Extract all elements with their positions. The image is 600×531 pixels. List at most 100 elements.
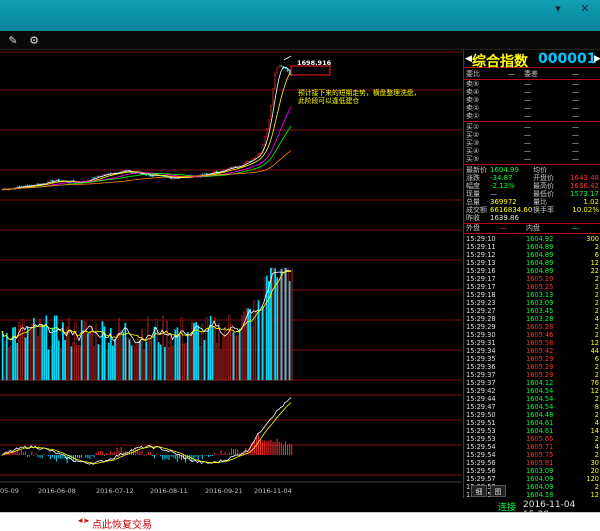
tick-time: 15:29:35 — [466, 355, 496, 363]
volume-bar — [218, 323, 220, 381]
candle-body — [265, 128, 268, 137]
candle-body — [93, 177, 96, 179]
bid-label: 买① — [466, 123, 480, 131]
volume-bar — [122, 331, 125, 381]
tick-volume: 4 — [594, 315, 599, 323]
tick-volume: 2 — [594, 299, 599, 307]
menu-button[interactable]: ▾ — [552, 3, 564, 15]
bid-row: 买② — — — [466, 131, 599, 139]
stat-label-2: 开盘价 — [533, 174, 554, 182]
close-button[interactable]: ✕ — [579, 3, 591, 15]
volume-bar — [199, 346, 202, 381]
tick-volume: 2 — [594, 307, 599, 315]
tick-row: 15:29:13 1604.89 12 — [466, 259, 599, 267]
tick-row: 15:29:11 1604.89 2 — [466, 243, 599, 251]
volume-bar — [24, 337, 27, 381]
ma-line-10 — [1, 71, 292, 190]
draw-tool-icon[interactable]: ✎ — [6, 34, 20, 47]
volume-bar — [39, 319, 41, 381]
ask-row: 卖② — — — [466, 104, 599, 112]
candle-body — [18, 185, 21, 188]
ask-volume: — — [572, 80, 579, 88]
prev-arrow-icon[interactable]: ◀ — [465, 54, 472, 64]
candle-body — [253, 157, 256, 160]
volume-bar — [164, 346, 166, 381]
restore-trade-link[interactable]: 点此恢复交易 — [92, 516, 152, 531]
tick-price: 1604.48 — [526, 411, 554, 419]
volume-bar — [43, 325, 46, 381]
volume-bar — [118, 318, 120, 381]
candle-body — [272, 88, 274, 106]
bid-price: — — [524, 139, 531, 147]
tick-row: 15:29:57 1604.09 120 — [466, 475, 599, 483]
ask-price: — — [524, 80, 531, 88]
tick-price: 1605.20 — [526, 275, 554, 283]
volume-bar — [55, 315, 58, 381]
tick-row: 15:29:54 1605.71 4 — [466, 443, 599, 451]
tick-price: 1604.89 — [526, 267, 554, 275]
volume-bar — [147, 316, 150, 381]
tick-volume: 2 — [594, 411, 599, 419]
candle-body — [274, 72, 276, 89]
tick-price: 1605.58 — [526, 339, 554, 347]
ask-price: — — [524, 104, 531, 112]
stat-label: 幅度 — [466, 182, 480, 190]
stat-value-2: 10.02% — [572, 206, 599, 214]
tick-time: 15:29:10 — [466, 235, 496, 243]
date-tick-label: 2016-11-04 — [254, 487, 292, 495]
volume-bar — [284, 267, 287, 381]
stat-value-2: 1643.48 — [570, 174, 599, 182]
volume-bar — [26, 326, 29, 381]
volume-bar — [166, 320, 168, 381]
volume-bar — [112, 345, 114, 381]
volume-bar — [282, 267, 285, 381]
date-tick-label: 05-09 — [0, 487, 19, 495]
bid-row: 买③ — — — [466, 139, 599, 147]
tick-time: 15:29:37 — [466, 379, 496, 387]
tick-volume: 2 — [594, 451, 599, 459]
tab-chart[interactable]: 图 — [490, 485, 506, 497]
ratio-row: 委比 — 委差 — — [466, 70, 599, 78]
candle-body — [26, 184, 29, 187]
tick-time: 15:29:16 — [466, 267, 496, 275]
volume-bar — [236, 335, 239, 381]
volume-bar — [139, 340, 141, 381]
tick-volume: 76 — [590, 379, 599, 387]
ask-price: — — [524, 88, 531, 96]
candle-body — [280, 65, 283, 67]
stat-value-2: 1656.42 — [570, 182, 599, 190]
candle-body — [145, 174, 148, 176]
tick-row: 15:29:34 1605.42 44 — [466, 347, 599, 355]
ask-label: 卖④ — [466, 88, 480, 96]
tick-row: 15:29:56 1605.81 30 — [466, 459, 599, 467]
next-arrow-icon[interactable]: ▶ — [594, 54, 600, 64]
stat-row: 涨跌 -34.87 开盘价 1643.48 — [466, 174, 599, 182]
volume-bar — [168, 347, 170, 381]
tick-price: 1603.09 — [526, 467, 554, 475]
stat-row: 幅度 -2.13% 最高价 1656.42 — [466, 182, 599, 190]
tick-row: 15:29:10 1604.92 300 — [466, 235, 599, 243]
tab-detail[interactable]: 细 — [471, 485, 487, 497]
candle-body — [284, 67, 287, 70]
candle-body — [247, 160, 249, 163]
panel-divider — [464, 121, 600, 122]
candle-body — [270, 104, 272, 120]
settings-icon[interactable]: ⚙ — [27, 34, 41, 47]
volume-bar — [193, 323, 195, 381]
annotation-text: 此阶段可以逢低建仓 — [298, 96, 359, 105]
candle-body — [170, 177, 172, 180]
volume-bar — [211, 326, 214, 381]
tick-price: 1604.54 — [526, 387, 554, 395]
bid-row: 买① — — — [466, 123, 599, 131]
volume-bar — [12, 327, 14, 381]
bid-price: — — [524, 123, 531, 131]
tick-row: 15:29:37 1605.29 2 — [466, 371, 599, 379]
tick-time: 15:29:29 — [466, 323, 496, 331]
ask-row: 卖③ — — — [466, 96, 599, 104]
kline-chart[interactable]: 05-09 2016-06-08 2016-07-12 2016-08-11 2016-… — [0, 50, 462, 505]
volume-bar — [134, 343, 137, 381]
tick-price: 1604.89 — [526, 243, 554, 251]
stat-value-2: 1.02 — [583, 198, 599, 206]
tick-price: 1603.28 — [526, 315, 554, 323]
date-tick-label: 2016-06-08 — [38, 487, 76, 495]
